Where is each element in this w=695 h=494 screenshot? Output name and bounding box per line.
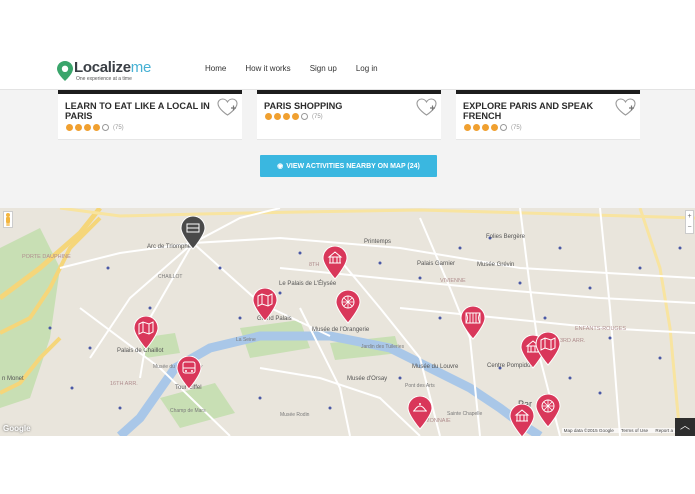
rating-star-icon (84, 124, 91, 131)
map-icon[interactable] (252, 288, 278, 322)
map-label: Printemps (364, 239, 392, 245)
map-label: Pont des Arts (405, 383, 435, 389)
rating-star-icon (265, 113, 272, 120)
activities-map[interactable]: Arc de Triomphe CHAILLOT Palais de Chail… (0, 208, 695, 436)
map-attribution: Map data ©2015 Google Terms of Use Repor… (561, 428, 675, 433)
map-label: Le Palais de L'Élysée (279, 281, 337, 287)
terms-link[interactable]: Terms of Use (621, 428, 648, 433)
view-map-button-label: VIEW ACTIVITIES NEARBY ON MAP (24) (286, 162, 420, 170)
zoom-out-button[interactable]: − (686, 222, 693, 233)
map-label: Musée Grévin (477, 262, 515, 268)
nav-home[interactable]: Home (205, 64, 226, 78)
add-to-favorites-button[interactable] (217, 98, 238, 116)
rating-star-empty-icon (500, 124, 507, 131)
map-label: Champ de Mars (170, 408, 206, 414)
map-label: 3RD ARR. (560, 338, 586, 344)
card-title[interactable]: LEARN TO EAT LIKE A LOCAL IN PARIS (65, 101, 215, 121)
logo-text: Localizeme (74, 59, 151, 76)
eye-icon: ◉ (277, 163, 284, 170)
chevron-up-icon: ︿ (680, 421, 690, 432)
rating-star-icon (283, 113, 290, 120)
site-header: Localizeme One experience at a time Home… (0, 50, 695, 90)
top-whitespace (0, 0, 695, 50)
google-logo: Google (3, 424, 31, 433)
rating-star-icon (491, 124, 498, 131)
hotel-icon[interactable] (180, 216, 206, 250)
rating-star-icon (274, 113, 281, 120)
map-label: Palais Garnier (417, 261, 456, 267)
card-image (257, 90, 441, 94)
view-map-button[interactable]: ◉ VIEW ACTIVITIES NEARBY ON MAP (24) (260, 155, 437, 177)
theater-icon[interactable] (460, 306, 486, 340)
add-to-favorites-button[interactable] (416, 98, 437, 116)
map-icon[interactable] (133, 316, 159, 350)
map-label: Folies Bergère (486, 234, 526, 240)
map-label: Musée de l'Orangerie (312, 327, 370, 333)
map-icon[interactable] (535, 332, 561, 366)
map-label: Musée Rodin (280, 412, 310, 418)
map-label: CHAILLOT (158, 274, 183, 280)
card-image (58, 90, 242, 94)
map-label: n Monet (2, 376, 24, 382)
rating-star-icon (66, 124, 73, 131)
scroll-to-top-button[interactable]: ︿ (675, 418, 695, 436)
pegman-icon (6, 213, 10, 226)
card-title[interactable]: PARIS SHOPPING (264, 101, 414, 111)
rating-star-icon (464, 124, 471, 131)
bus-icon[interactable] (176, 356, 202, 390)
landmark-icon[interactable] (509, 404, 535, 436)
map-data-credit: Map data ©2015 Google (563, 428, 614, 433)
card-image (456, 90, 640, 94)
logo-main: Localize (74, 59, 131, 76)
map-label: PORTE DAUPHINE (22, 254, 71, 260)
nav-how-it-works[interactable]: How it works (245, 64, 290, 78)
map-label: VIVIENNE (440, 278, 466, 284)
card-rating: (75) (464, 124, 522, 131)
logo[interactable]: Localizeme One experience at a time (57, 59, 157, 85)
food-icon[interactable] (407, 396, 433, 430)
ferris-wheel-icon[interactable] (535, 394, 561, 428)
card-rating: (75) (265, 113, 323, 120)
card-title[interactable]: EXPLORE PARIS AND SPEAK FRENCH (463, 101, 613, 121)
rating-star-icon (482, 124, 489, 131)
report-link[interactable]: Report a (655, 428, 673, 433)
map-label: Jardin des Tuileries (361, 344, 405, 350)
map-label: 16TH ARR. (110, 381, 138, 387)
review-count: (75) (113, 124, 124, 131)
rating-star-empty-icon (301, 113, 308, 120)
add-to-favorites-button[interactable] (615, 98, 636, 116)
nav-sign-up[interactable]: Sign up (310, 64, 337, 78)
location-pin-icon (57, 61, 73, 81)
map-label: La Seine (236, 337, 256, 343)
logo-accent: me (130, 59, 152, 76)
map-label: Musée du Louvre (412, 364, 459, 370)
activity-card[interactable]: PARIS SHOPPING (75) (257, 90, 441, 140)
map-label: Musée d'Orsay (347, 376, 388, 382)
street-view-pegman-icon[interactable] (3, 211, 13, 228)
zoom-control: + − (685, 210, 694, 234)
zoom-in-button[interactable]: + (686, 211, 693, 222)
card-rating: (75) (66, 124, 124, 131)
ferris-wheel-icon[interactable] (335, 290, 361, 324)
map-label: 8TH (309, 262, 320, 268)
activities-section: LEARN TO EAT LIKE A LOCAL IN PARIS (75) … (0, 90, 695, 208)
review-count: (75) (511, 124, 522, 131)
bottom-whitespace (0, 436, 695, 494)
review-count: (75) (312, 113, 323, 120)
logo-tagline: One experience at a time (76, 76, 132, 82)
nav-log-in[interactable]: Log in (356, 64, 378, 78)
activity-card[interactable]: EXPLORE PARIS AND SPEAK FRENCH (75) (456, 90, 640, 140)
activity-card[interactable]: LEARN TO EAT LIKE A LOCAL IN PARIS (75) (58, 90, 242, 140)
page: Localizeme One experience at a time Home… (0, 0, 695, 494)
main-nav: Home How it works Sign up Log in (205, 64, 397, 78)
landmark-icon[interactable] (322, 246, 348, 280)
rating-star-icon (93, 124, 100, 131)
map-label: ENFANTS-ROUGES (575, 326, 627, 332)
rating-star-icon (292, 113, 299, 120)
rating-star-icon (75, 124, 82, 131)
rating-star-icon (473, 124, 480, 131)
rating-star-empty-icon (102, 124, 109, 131)
map-label: Sainte Chapelle (447, 411, 483, 417)
